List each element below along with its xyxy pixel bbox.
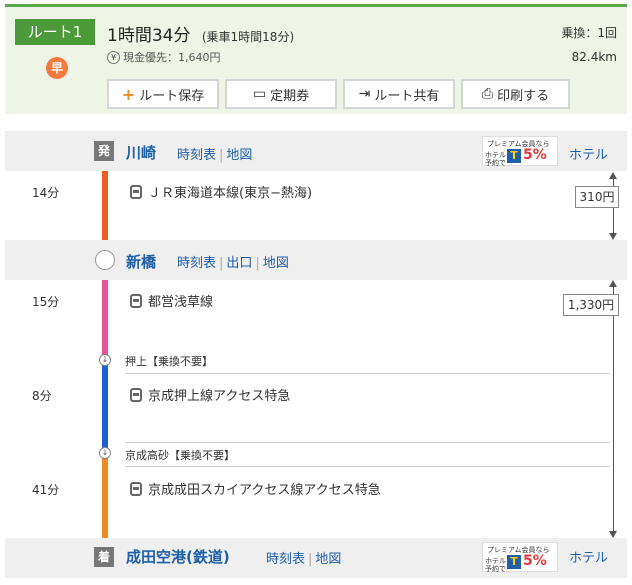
map-link[interactable]: 地図 <box>263 256 289 271</box>
line-segment-sky-access <box>102 454 108 538</box>
tpoint-icon: T <box>507 555 521 569</box>
divider <box>125 373 610 374</box>
map-link[interactable]: 地図 <box>315 552 341 567</box>
commuter-pass-button[interactable]: ▭ 定期券 <box>225 79 337 109</box>
station-links-arrival: 時刻表 | 地図 <box>266 552 342 567</box>
hotel-link-departure[interactable]: ホテル <box>569 144 608 163</box>
segment-fare: 1,330円 <box>563 294 619 316</box>
via-station: 京成高砂【乗換不要】 <box>125 449 235 462</box>
pass-through-icon: ↓ <box>99 354 111 366</box>
segment-line-name: 京成押上線アクセス特急 <box>148 389 291 404</box>
fast-badge-icon: 早 <box>46 57 68 79</box>
timetable-link[interactable]: 時刻表 <box>177 148 216 163</box>
premium-percent: 5% <box>523 553 547 569</box>
station-links-transfer: 時刻表 | 出口 | 地図 <box>177 256 289 271</box>
train-icon <box>130 481 142 496</box>
fare-summary: ¥ 現金優先：1,640円 <box>107 49 221 65</box>
premium-banner[interactable]: プレミアム会員なら ホテル 予約で T 5% <box>482 542 558 573</box>
pass-icon: ▭ <box>252 86 267 102</box>
printer-icon: ⎙ <box>481 86 494 102</box>
map-link[interactable]: 地図 <box>226 148 252 163</box>
share-icon: ⇥ <box>358 86 371 102</box>
segment-time: 8分 <box>32 389 52 403</box>
fare-range-line <box>613 286 614 294</box>
via-station: 押上【乗換不要】 <box>125 355 213 368</box>
timetable-link[interactable]: 時刻表 <box>266 552 305 567</box>
route-distance: 82.4km <box>571 50 617 64</box>
premium-hotel-text: ホテル 予約で <box>485 557 506 573</box>
segment-line-name: 京成成田スカイアクセス線アクセス特急 <box>148 483 381 498</box>
print-button[interactable]: ⎙ 印刷する <box>461 79 570 109</box>
transfer-count: 乗換：1回 <box>561 26 617 40</box>
save-route-button[interactable]: + ルート保存 <box>107 79 219 109</box>
station-name-departure[interactable]: 川崎 <box>126 142 156 163</box>
fare-range-line <box>613 178 614 186</box>
line-segment-asakusa <box>102 280 108 360</box>
fare-range-line <box>613 316 614 531</box>
fare-range-arrow-icon <box>609 531 617 538</box>
train-icon <box>130 184 142 199</box>
save-route-label: ルート保存 <box>139 88 205 104</box>
departure-mark: 発 <box>94 141 114 161</box>
arrival-mark: 着 <box>94 547 114 567</box>
station-name-arrival[interactable]: 成田空港(鉄道) <box>126 546 230 567</box>
route-label[interactable]: ルート1 <box>15 19 95 45</box>
yen-icon: ¥ <box>107 50 120 64</box>
total-duration: 1時間34分 (乗車1時間18分) <box>107 21 294 46</box>
segment-time: 41分 <box>32 483 60 497</box>
divider <box>125 442 610 443</box>
fare-text: 現金優先：1,640円 <box>123 51 221 64</box>
segment-time: 14分 <box>32 186 60 200</box>
fare-range-line <box>613 208 614 233</box>
train-icon <box>130 387 142 402</box>
train-icon <box>130 293 142 308</box>
timetable-link[interactable]: 時刻表 <box>177 256 216 271</box>
hotel-link-arrival[interactable]: ホテル <box>569 547 608 566</box>
line-segment-jr <box>102 171 108 240</box>
commuter-pass-label: 定期券 <box>270 88 310 104</box>
segment-line[interactable]: ＪＲ東海道本線(東京−熱海) <box>130 182 312 201</box>
fare-range-arrow-icon <box>609 233 617 240</box>
segment-line-name: 都営浅草線 <box>148 295 214 310</box>
line-segment-oshiage <box>102 362 108 452</box>
segment-line[interactable]: 都営浅草線 <box>130 291 213 310</box>
route-summary: ルート1 早 1時間34分 (乗車1時間18分) ¥ 現金優先：1,640円 乗… <box>5 4 627 114</box>
print-label: 印刷する <box>497 88 550 104</box>
share-route-button[interactable]: ⇥ ルート共有 <box>343 79 455 109</box>
station-name-transfer[interactable]: 新橋 <box>126 251 156 272</box>
segment-line-name: ＪＲ東海道本線(東京−熱海) <box>148 186 313 201</box>
tpoint-icon: T <box>507 149 521 163</box>
segment-time: 15分 <box>32 295 60 309</box>
duration-value: 1時間34分 <box>107 26 191 46</box>
divider <box>125 466 610 467</box>
segment-fare: 310円 <box>575 186 619 208</box>
ride-duration: (乗車1時間18分) <box>201 30 295 44</box>
transfer-node-icon <box>95 250 115 270</box>
station-links-departure: 時刻表 | 地図 <box>177 148 253 163</box>
exit-link[interactable]: 出口 <box>226 256 252 271</box>
segment-line[interactable]: 京成押上線アクセス特急 <box>130 385 290 404</box>
premium-banner[interactable]: プレミアム会員なら ホテル 予約で T 5% <box>482 136 558 167</box>
share-route-label: ルート共有 <box>374 88 440 104</box>
pass-through-icon: ↓ <box>99 447 111 459</box>
segment-line[interactable]: 京成成田スカイアクセス線アクセス特急 <box>130 479 381 498</box>
plus-icon: + <box>121 84 136 104</box>
premium-percent: 5% <box>523 147 547 163</box>
premium-hotel-text: ホテル 予約で <box>485 151 506 167</box>
